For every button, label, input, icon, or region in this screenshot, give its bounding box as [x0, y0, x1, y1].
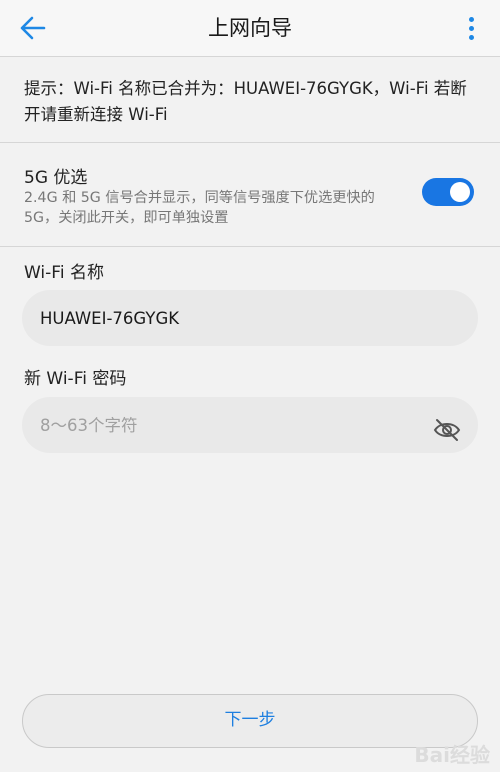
page-title: 上网向导 [208, 16, 292, 40]
watermark-logo: Bai经验 [414, 743, 490, 767]
section-divider [0, 246, 500, 247]
toggle-knob [450, 182, 470, 202]
prefer-5g-toggle[interactable] [422, 178, 474, 206]
more-options-button[interactable] [462, 14, 480, 44]
wifi-name-input[interactable] [40, 290, 400, 346]
merge-notice: 提示：Wi-Fi 名称已合并为：HUAWEI-76GYGK，Wi-Fi 若断开请… [24, 79, 467, 124]
toggle-password-visibility-button[interactable] [432, 411, 462, 441]
eye-hidden-icon [433, 419, 461, 441]
wifi-password-label: 新 Wi-Fi 密码 [24, 369, 127, 389]
prefer-5g-title: 5G 优选 [24, 168, 88, 188]
more-dot-icon [468, 17, 474, 22]
wifi-password-input[interactable] [40, 397, 400, 453]
more-dot-icon [468, 26, 474, 31]
prefer-5g-description: 2.4G 和 5G 信号合并显示，同等信号强度下优选更快的 5G，关闭此开关，即… [24, 190, 375, 226]
wifi-password-field[interactable] [22, 397, 478, 453]
next-button[interactable]: 下一步 [22, 694, 478, 748]
app-header: 上网向导 [0, 0, 500, 56]
wifi-name-field[interactable] [22, 290, 478, 346]
wifi-name-label: Wi-Fi 名称 [24, 263, 104, 283]
more-dot-icon [468, 35, 474, 40]
notice-divider [0, 142, 500, 143]
header-divider [0, 56, 500, 57]
